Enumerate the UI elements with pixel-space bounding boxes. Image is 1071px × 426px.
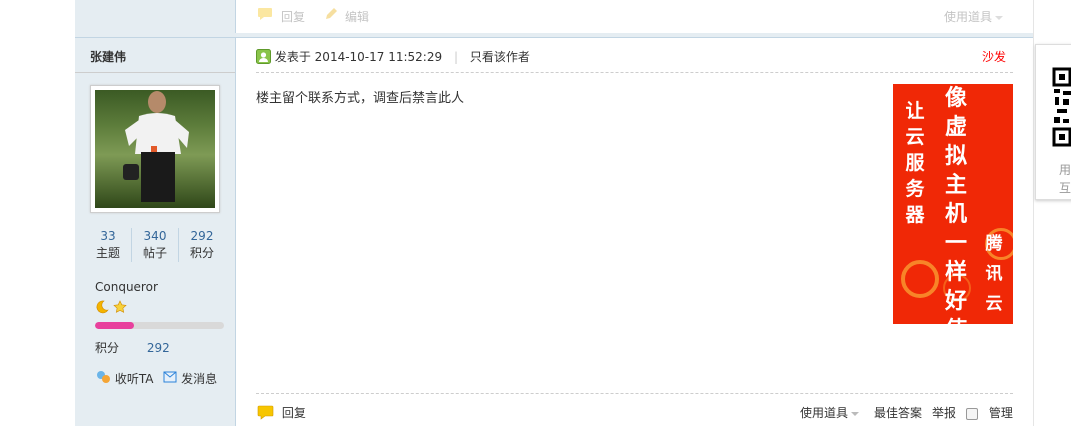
points-value: 292: [146, 341, 170, 355]
author-stats: 33 主题 340 帖子 292 积分: [85, 228, 225, 264]
qr-code-icon: [1051, 67, 1071, 154]
user-rank: Conqueror: [95, 280, 158, 294]
reply-icon[interactable]: [257, 7, 273, 24]
stat-value: 33: [100, 229, 116, 243]
manage-toggle[interactable]: 管理: [966, 404, 1013, 421]
ad-text-line1: 让云服务器: [905, 100, 925, 226]
qr-caption-line2: 互: [1059, 181, 1071, 195]
post-meta: 发表于 2014-10-17 11:52:29 | 只看该作者: [256, 48, 530, 67]
moon-icon: [95, 300, 113, 317]
edit-link[interactable]: 编辑: [345, 8, 369, 25]
stat-value: 292: [190, 229, 214, 243]
follow-icon: [95, 371, 115, 387]
manage-label: 管理: [988, 406, 1013, 420]
edit-icon[interactable]: [323, 7, 339, 24]
qr-code-panel[interactable]: 用 互: [1035, 44, 1071, 200]
reply-button[interactable]: 回复: [257, 404, 306, 423]
points-label: 积分: [95, 341, 120, 355]
use-tools-link[interactable]: 使用道具: [944, 8, 1004, 25]
post-datetime: 2014-10-17 11:52:29: [314, 50, 443, 64]
best-answer-link[interactable]: 最佳答案: [874, 404, 922, 421]
post-content: 楼主留个联系方式，调查后禁言此人: [256, 91, 465, 106]
use-tools-label: 使用道具: [800, 406, 849, 420]
rank-stars: [95, 300, 127, 317]
rank-progress-fill: [95, 322, 134, 329]
report-link[interactable]: 举报: [932, 404, 956, 421]
meta-separator: |: [453, 50, 458, 64]
author-name[interactable]: 张建伟: [90, 48, 126, 65]
points-row: 积分 292: [95, 339, 170, 356]
use-tools-dropdown[interactable]: 使用道具: [800, 404, 860, 421]
avatar[interactable]: [90, 85, 220, 213]
reply-label: 回复: [281, 406, 306, 420]
stat-threads[interactable]: 33 主题: [85, 228, 132, 262]
envelope-icon: [163, 371, 181, 386]
post-header-divider: [256, 72, 1013, 73]
post-footer-divider: [256, 393, 1013, 394]
posted-prefix: 发表于: [274, 50, 311, 64]
author-actions: 收听TA 发消息: [95, 370, 217, 387]
message-button[interactable]: 发消息: [163, 371, 218, 386]
author-name-divider: [75, 72, 235, 73]
stat-label: 积分: [189, 246, 214, 260]
message-label: 发消息: [181, 372, 218, 386]
stat-posts[interactable]: 340 帖子: [132, 228, 179, 262]
star-icon: [113, 300, 127, 317]
reply-link[interactable]: 回复: [281, 8, 305, 25]
post-divider-line: [75, 37, 1033, 38]
ad-brand: 腾讯云: [985, 234, 1003, 314]
avatar-photo: [95, 90, 215, 208]
reply-icon: [257, 405, 278, 423]
stat-label: 帖子: [142, 246, 167, 260]
stat-value: 340: [143, 229, 167, 243]
ad-banner[interactable]: 让云服务器 像虚拟主机一样好使 腾讯云: [893, 84, 1013, 324]
use-tools-label: 使用道具: [944, 10, 993, 24]
ad-text-line2: 像虚拟主机一样好使: [944, 86, 967, 324]
chevron-down-icon: [995, 15, 1004, 20]
follow-button[interactable]: 收听TA: [95, 371, 157, 387]
stat-credits[interactable]: 292 积分: [179, 228, 225, 262]
author-only-link[interactable]: 只看该作者: [470, 50, 530, 64]
online-status-icon: [256, 48, 275, 67]
rank-progress-bar: [95, 322, 224, 329]
floor-number[interactable]: 沙发: [982, 48, 1006, 65]
stat-label: 主题: [95, 246, 120, 260]
qr-caption-line1: 用: [1059, 163, 1071, 177]
chevron-down-icon: [851, 411, 860, 416]
ad-ring-decoration: [901, 260, 939, 298]
manage-checkbox[interactable]: [966, 407, 978, 420]
follow-label: 收听TA: [114, 372, 154, 386]
